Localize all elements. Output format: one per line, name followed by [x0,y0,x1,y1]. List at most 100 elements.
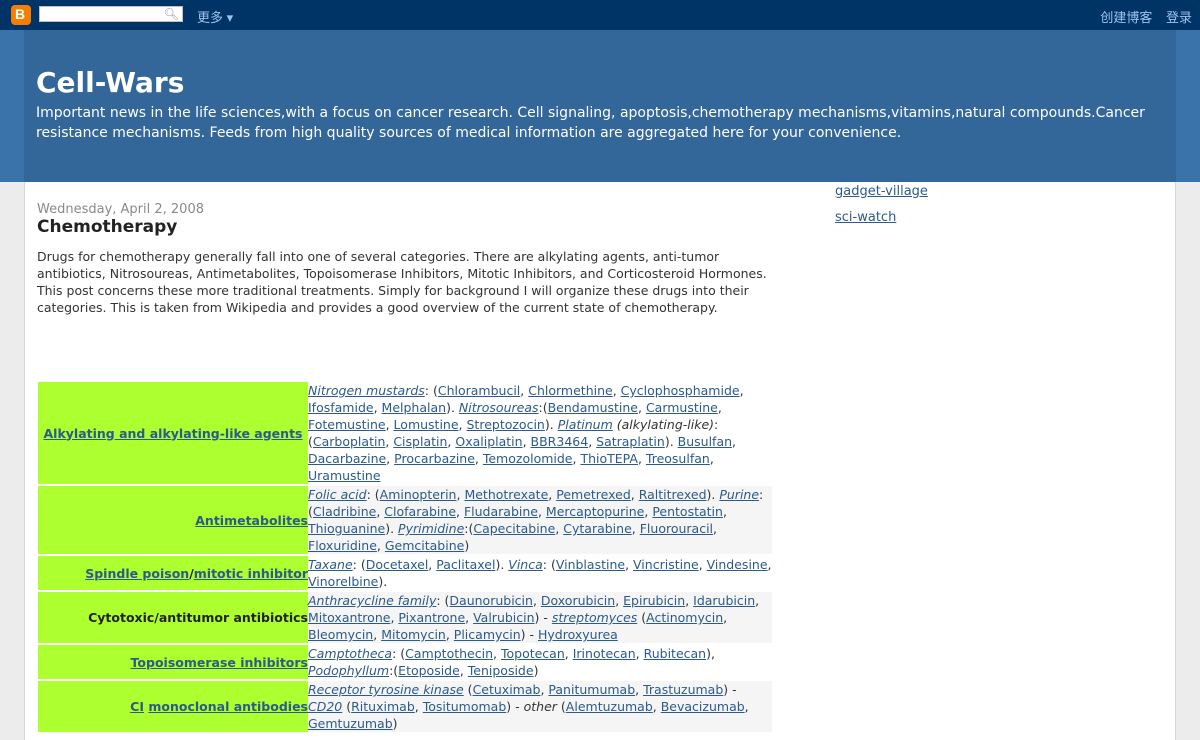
drug-link[interactable]: Idarubicin [693,593,755,608]
drug-link[interactable]: Alemtuzumab [566,699,653,714]
drug-link[interactable]: Vinorelbine [308,574,378,589]
drug-link[interactable]: Rubitecan [644,646,707,661]
drug-link[interactable]: Panitumumab [548,682,635,697]
drug-link[interactable]: Pentostatin [652,504,723,519]
post-title[interactable]: Chemotherapy [37,217,177,237]
drug-link[interactable]: Rituximab [351,699,415,714]
drug-link[interactable]: mitotic inhibitor [194,566,308,581]
drug-link[interactable]: Mercaptopurine [546,504,644,519]
drug-link[interactable]: Fludarabine [464,504,538,519]
drug-link[interactable]: Lomustine [394,417,459,432]
drug-link[interactable]: Procarbazine [394,451,475,466]
drug-link[interactable]: Aminopterin [380,487,457,502]
drug-link[interactable]: Etoposide [398,663,460,678]
drug-link[interactable]: Cyclophosphamide [621,383,740,398]
drug-link[interactable]: Topotecan [501,646,565,661]
drug-link[interactable]: Melphalan [382,400,447,415]
blog-title[interactable]: Cell-Wars [36,66,184,99]
drug-link[interactable]: Oxaliplatin [455,434,522,449]
drug-link[interactable]: monoclonal antibodies [148,699,308,714]
search-icon[interactable]: 🔍︎ [164,7,179,21]
drug-link[interactable]: Vincristine [633,557,699,572]
drug-link[interactable]: Cetuximab [473,682,541,697]
drug-link[interactable]: Hydroxyurea [538,627,618,642]
drug-link[interactable]: Carboplatin [313,434,385,449]
drug-link[interactable]: Temozolomide [483,451,573,466]
drug-link[interactable]: Plicamycin [454,627,521,642]
drug-class-link[interactable]: Pyrimidine [398,521,464,536]
sidebar-link-gadget-village[interactable]: gadget-village [835,184,928,199]
drug-class-link[interactable]: Folic acid [308,487,367,502]
drug-link[interactable]: Chlorambucil [438,383,520,398]
drug-link[interactable]: Clofarabine [384,504,456,519]
drug-class-link[interactable]: Nitrogen mustards [308,383,425,398]
drug-class-link[interactable]: Podophyllum [308,663,389,678]
more-menu-button[interactable]: 更多 ▾ [197,7,233,26]
drug-link[interactable]: Alkylating and alkylating-like agents [44,426,303,441]
drug-link[interactable]: Floxuridine [308,538,377,553]
drug-link[interactable]: Satraplatin [596,434,665,449]
drug-link[interactable]: Camptothecin [405,646,493,661]
login-link[interactable]: 登录 [1166,10,1192,25]
drug-link[interactable]: Dacarbazine [308,451,386,466]
drug-link[interactable]: Bleomycin [308,627,373,642]
drug-link[interactable]: BBR3464 [531,434,589,449]
drug-link[interactable]: Mitomycin [381,627,446,642]
drug-class-link[interactable]: Receptor tyrosine kinase [308,682,464,697]
drug-link[interactable]: Fotemustine [308,417,386,432]
drug-class-link[interactable]: Vinca [508,557,542,572]
drug-link[interactable]: Fluorouracil [640,521,713,536]
drug-link[interactable]: Cytarabine [563,521,632,536]
drug-link[interactable]: Cisplatin [393,434,447,449]
drug-link[interactable]: Gemtuzumab [308,716,393,731]
drug-link[interactable]: Streptozocin [467,417,545,432]
drug-link[interactable]: Irinotecan [573,646,636,661]
drug-link[interactable]: Busulfan [678,434,732,449]
drug-class-link[interactable]: Camptotheca [308,646,392,661]
drug-link[interactable]: Valrubicin [473,610,534,625]
drug-link[interactable]: Vindesine [707,557,768,572]
create-blog-link[interactable]: 创建博客 [1100,10,1152,25]
drug-link[interactable]: Pixantrone [398,610,465,625]
drug-class-link[interactable]: Taxane [308,557,353,572]
drug-class-link[interactable]: CD20 [308,699,342,714]
drug-link[interactable]: Gemcitabine [385,538,464,553]
drug-link[interactable]: Trastuzumab [643,682,723,697]
blogger-logo-icon[interactable]: B [11,5,31,25]
drug-link[interactable]: Epirubicin [623,593,685,608]
drug-link[interactable]: Cladribine [313,504,376,519]
drug-link[interactable]: Pemetrexed [556,487,631,502]
drug-class-link[interactable]: Purine [719,487,759,502]
drug-link[interactable]: Thioguanine [308,521,385,536]
drug-link[interactable]: Teniposide [468,663,534,678]
drug-class-link[interactable]: Nitrosoureas [459,400,539,415]
drug-class-link[interactable]: Anthracycline family [308,593,436,608]
drug-link[interactable]: Topoisomerase inhibitors [131,655,308,670]
drug-link[interactable]: Uramustine [308,468,381,483]
drug-class-link[interactable]: streptomyces [552,610,637,625]
drug-link[interactable]: Ifosfamide [308,400,374,415]
drug-link[interactable]: Vinblastine [556,557,625,572]
drug-link[interactable]: Paclitaxel [436,557,495,572]
drug-link[interactable]: Methotrexate [464,487,548,502]
drug-link[interactable]: Raltitrexed [639,487,707,502]
drug-link[interactable]: Carmustine [646,400,718,415]
drug-link[interactable]: Treosulfan [646,451,710,466]
drug-link[interactable]: Chlormethine [528,383,612,398]
drug-link[interactable]: Mitoxantrone [308,610,390,625]
drug-link[interactable]: Actinomycin [646,610,723,625]
drug-link[interactable]: Daunorubicin [449,593,533,608]
search-input[interactable]: 🔍︎ [39,6,183,22]
drug-link[interactable]: ThioTEPA [580,451,638,466]
sidebar-link-sci-watch[interactable]: sci-watch [835,210,896,225]
drug-class-link[interactable]: Platinum [558,417,613,432]
drug-link[interactable]: Capecitabine [473,521,555,536]
drug-link[interactable]: Tositumomab [423,699,507,714]
drug-link[interactable]: Bendamustine [548,400,638,415]
drug-link[interactable]: Spindle poison [85,566,189,581]
drug-link[interactable]: CI [130,699,144,714]
drug-link[interactable]: Docetaxel [366,557,429,572]
drug-link[interactable]: Bevacizumab [661,699,745,714]
drug-link[interactable]: Antimetabolites [195,513,308,528]
drug-link[interactable]: Doxorubicin [541,593,615,608]
